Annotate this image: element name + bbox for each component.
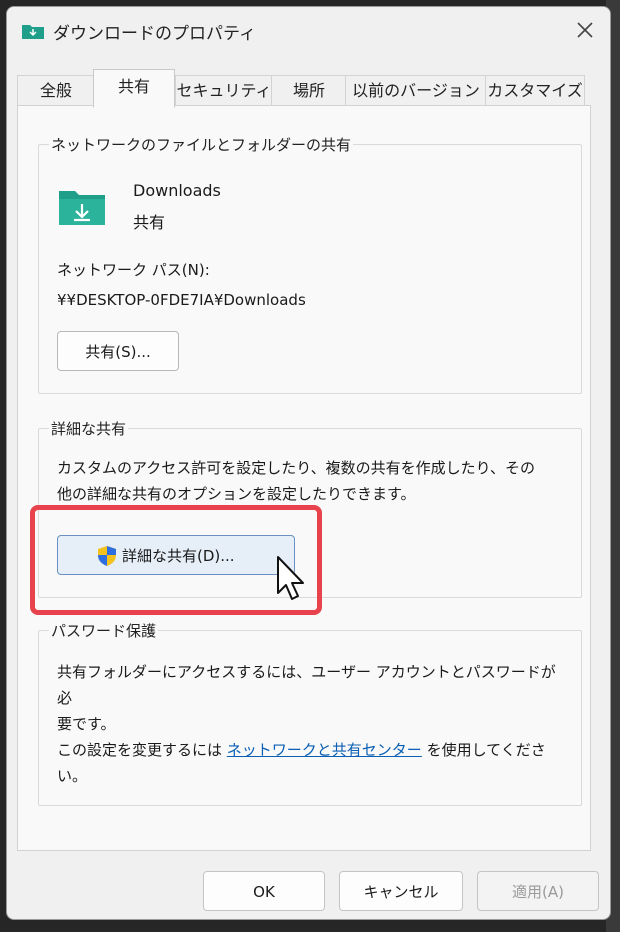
password-protection-text: 共有フォルダーにアクセスするには、ユーザー アカウントとパスワードが必 要です。	[57, 659, 567, 737]
tab-sharing[interactable]: 共有	[93, 69, 175, 108]
password-protection-label: パスワード保護	[49, 620, 159, 641]
change-setting-suffix: を使用してくださ	[426, 741, 546, 759]
password-text-line1: 共有フォルダーにアクセスするには、ユーザー アカウントとパスワードが必	[57, 663, 556, 707]
folder-share-status: 共有	[133, 213, 166, 232]
folder-name: Downloads	[133, 181, 221, 200]
close-icon	[577, 22, 593, 38]
password-text-line2: 要です。	[57, 715, 116, 733]
properties-dialog: ダウンロードのプロパティ 全般 共有 セキュリティ 場所 以前のバージョン カス…	[6, 6, 611, 920]
change-setting-text: この設定を変更するには ネットワークと共有センター を使用してくださ い。	[57, 737, 567, 789]
sharing-panel: ネットワークのファイルとフォルダーの共有 Downloads 共有 ネットワーク…	[17, 105, 591, 851]
change-setting-line2: い。	[57, 767, 88, 785]
tab-customize[interactable]: カスタマイズ	[485, 75, 585, 106]
network-sharing-center-link[interactable]: ネットワークと共有センター	[227, 741, 422, 759]
advanced-sharing-description: カスタムのアクセス許可を設定したり、複数の共有を作成したり、その 他の詳細な共有…	[57, 455, 567, 507]
shared-folder-icon	[59, 191, 105, 225]
advanced-description-line2: 他の詳細な共有のオプションを設定したりできます。	[57, 485, 416, 503]
tab-security[interactable]: セキュリティ	[175, 75, 273, 106]
network-sharing-label: ネットワークのファイルとフォルダーの共有	[49, 134, 354, 155]
title-bar: ダウンロードのプロパティ	[7, 7, 610, 53]
tab-previous-versions[interactable]: 以前のバージョン	[345, 75, 487, 106]
mouse-pointer-icon	[277, 556, 304, 600]
ok-button[interactable]: OK	[203, 871, 325, 911]
network-sharing-group: ネットワークのファイルとフォルダーの共有 Downloads 共有 ネットワーク…	[38, 134, 582, 394]
change-setting-prefix: この設定を変更するには	[57, 741, 223, 759]
window-title: ダウンロードのプロパティ	[53, 24, 256, 44]
folder-icon	[22, 25, 44, 39]
network-path-value: ¥¥DESKTOP-0FDE7IA¥Downloads	[57, 291, 306, 309]
tab-general[interactable]: 全般	[17, 75, 95, 106]
close-button[interactable]	[570, 15, 600, 45]
tab-bar: 全般 共有 セキュリティ 場所 以前のバージョン カスタマイズ	[17, 69, 585, 108]
password-protection-group: パスワード保護 共有フォルダーにアクセスするには、ユーザー アカウントとパスワー…	[38, 620, 582, 806]
share-button[interactable]: 共有(S)...	[57, 331, 179, 371]
network-path-label: ネットワーク パス(N):	[57, 261, 210, 279]
apply-button[interactable]: 適用(A)	[477, 871, 599, 911]
cancel-button[interactable]: キャンセル	[339, 871, 463, 911]
advanced-sharing-label: 詳細な共有	[49, 418, 129, 439]
tab-location[interactable]: 場所	[271, 75, 347, 106]
advanced-description-line1: カスタムのアクセス許可を設定したり、複数の共有を作成したり、その	[57, 459, 536, 477]
